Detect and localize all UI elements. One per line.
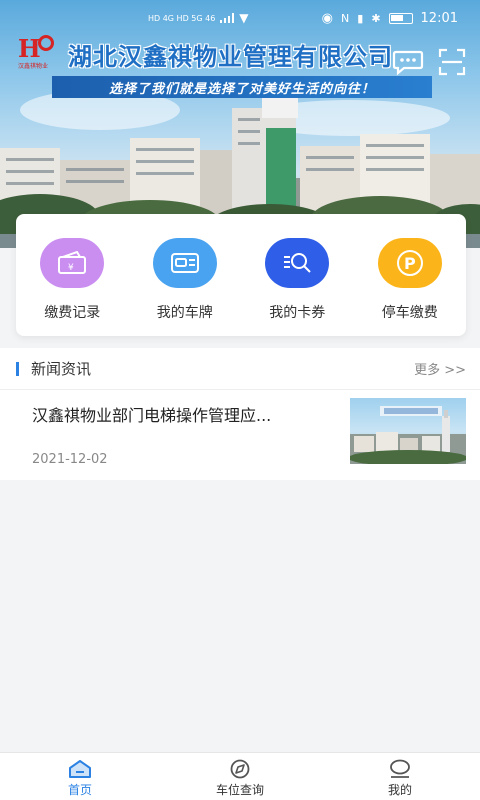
slogan-banner: 选择了我们就是选择了对美好生活的向往！ <box>52 76 432 98</box>
quick-action-payment-records[interactable]: ¥ 缴费记录 <box>24 238 120 336</box>
news-thumbnail-image <box>350 398 466 464</box>
battery-icon <box>388 12 413 24</box>
header-banner: HD 4G HD 5G 46 ▼ ◉ N ▮ ✱ 12:01 H 汉鑫祺物业 湖… <box>0 0 480 248</box>
news-item-date: 2021-12-02 <box>32 452 108 467</box>
news-header: 新闻资讯 更多 >> <box>0 348 480 390</box>
company-header: H 汉鑫祺物业 湖北汉鑫祺物业管理有限公司 <box>18 34 393 72</box>
quick-actions-card: ¥ 缴费记录 我的车牌 我的卡券 P 停车缴费 <box>16 214 466 336</box>
svg-text:P: P <box>404 254 416 273</box>
compass-icon <box>230 759 250 779</box>
quick-action-label: 停车缴费 <box>381 305 438 321</box>
nav-tab-parking-search[interactable]: 车位查询 <box>180 753 300 800</box>
news-section: 新闻资讯 更多 >> 汉鑫祺物业部门电梯操作管理应... 2021-12-02 <box>0 348 480 480</box>
payment-record-icon: ¥ <box>40 238 105 288</box>
quick-action-coupons[interactable]: 我的卡券 <box>249 238 345 336</box>
more-news-link[interactable]: 更多 >> <box>414 359 466 378</box>
network-indicators: HD 4G HD 5G 46 ▼ <box>148 11 249 25</box>
profile-icon <box>390 759 410 778</box>
nav-label: 首页 <box>67 783 92 797</box>
nav-tab-profile[interactable]: 我的 <box>340 753 460 800</box>
network-label: HD 4G HD 5G 46 <box>148 13 216 23</box>
home-icon <box>69 760 91 778</box>
wifi-icon: ▼ <box>239 11 249 25</box>
clock: 12:01 <box>420 10 458 26</box>
signal-icon <box>220 13 235 23</box>
mute-icon: ▮ <box>357 11 364 25</box>
parking-icon: P <box>377 238 442 288</box>
quick-action-parking-payment[interactable]: P 停车缴费 <box>362 238 458 336</box>
section-accent-bar <box>16 361 19 376</box>
news-item-title: 汉鑫祺物业部门电梯操作管理应... <box>32 406 272 425</box>
quick-action-label: 我的车牌 <box>156 305 213 321</box>
quick-action-label: 缴费记录 <box>44 305 101 321</box>
coupon-icon <box>265 238 330 288</box>
eye-icon: ◉ <box>321 10 334 26</box>
news-section-title: 新闻资讯 <box>31 360 92 378</box>
bottom-navigation: 首页 车位查询 我的 <box>0 752 480 800</box>
status-bar: HD 4G HD 5G 46 ▼ ◉ N ▮ ✱ 12:01 <box>0 0 480 36</box>
quick-action-label: 我的卡券 <box>269 305 326 321</box>
svg-text:¥: ¥ <box>68 263 74 273</box>
license-plate-icon <box>152 238 217 288</box>
news-list-item[interactable]: 汉鑫祺物业部门电梯操作管理应... 2021-12-02 <box>0 390 480 480</box>
nfc-icon: N <box>341 11 350 25</box>
quick-action-license-plate[interactable]: 我的车牌 <box>137 238 233 336</box>
nav-tab-home[interactable]: 首页 <box>20 753 140 800</box>
scan-icon[interactable] <box>438 48 466 76</box>
bluetooth-icon: ✱ <box>371 11 381 25</box>
nav-label: 车位查询 <box>215 783 264 797</box>
company-logo: H 汉鑫祺物业 <box>18 34 64 71</box>
company-name: 湖北汉鑫祺物业管理有限公司 <box>68 42 393 71</box>
nav-label: 我的 <box>387 783 412 797</box>
chat-icon[interactable] <box>392 48 424 76</box>
